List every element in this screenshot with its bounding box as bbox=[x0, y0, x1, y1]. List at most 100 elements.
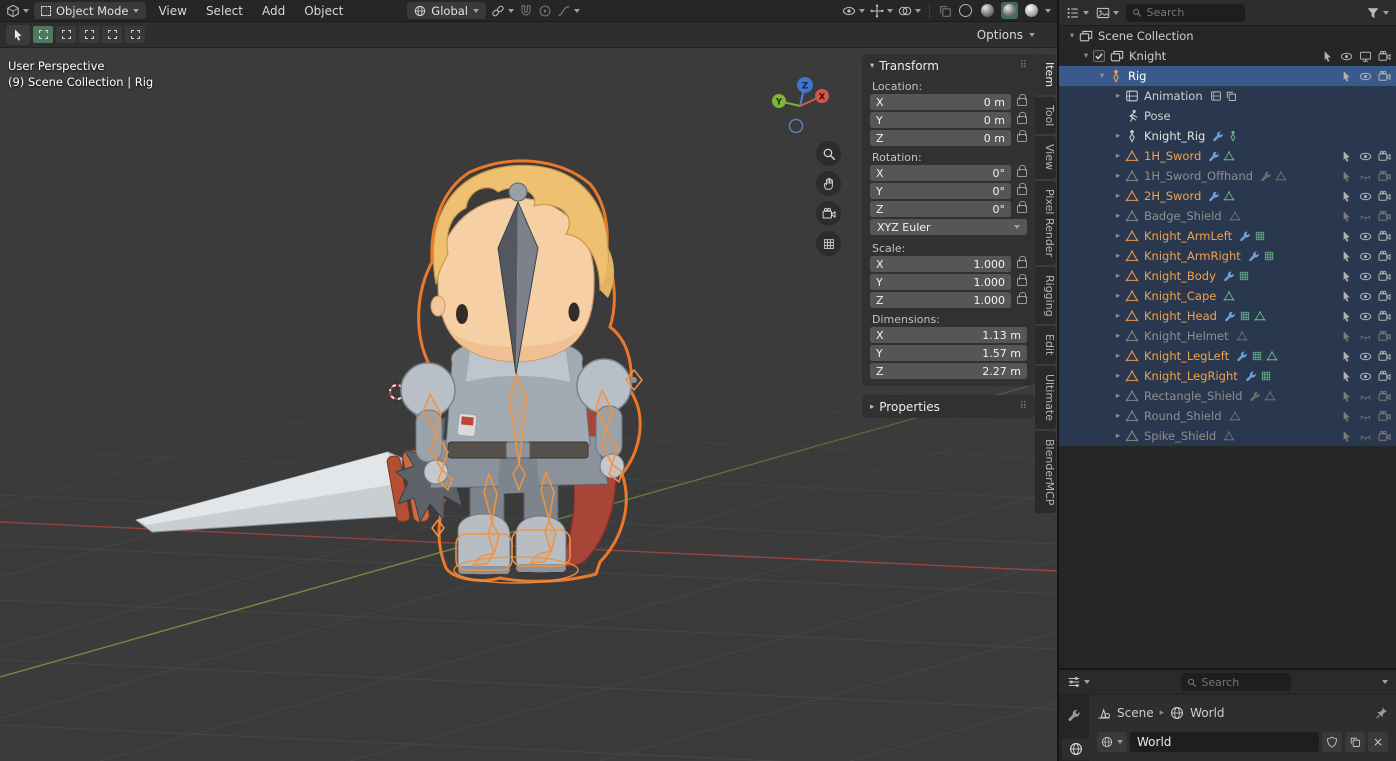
outliner-row-knight-legright[interactable]: ▸ Knight_LegRight bbox=[1059, 366, 1396, 386]
select-mode-subtract-button[interactable] bbox=[79, 26, 99, 43]
render-camera-icon[interactable] bbox=[1378, 430, 1391, 443]
outliner-row-badge-shield[interactable]: ▸ Badge_Shield bbox=[1059, 206, 1396, 226]
outliner-row-knight-cape[interactable]: ▸ Knight_Cape bbox=[1059, 286, 1396, 306]
pan-button[interactable] bbox=[816, 171, 841, 196]
disclosure-icon[interactable]: ▸ bbox=[1111, 231, 1125, 241]
outliner-row-knight-body[interactable]: ▸ Knight_Body bbox=[1059, 266, 1396, 286]
outliner-row-knight[interactable]: ▾ Knight bbox=[1059, 46, 1396, 66]
overlays-button[interactable] bbox=[898, 4, 921, 18]
hide-eye-closed-icon[interactable] bbox=[1359, 410, 1372, 423]
object-name[interactable]: Rectangle_Shield bbox=[1144, 389, 1242, 403]
new-copy-button[interactable] bbox=[1345, 732, 1365, 752]
scale-z-field[interactable]: Z1.000 bbox=[870, 292, 1011, 308]
select-toggle-icon[interactable] bbox=[1340, 370, 1353, 383]
disclosure-icon[interactable]: ▸ bbox=[1111, 271, 1125, 281]
hide-eye-closed-icon[interactable] bbox=[1359, 430, 1372, 443]
breadcrumb-world[interactable]: World bbox=[1190, 706, 1224, 720]
outliner-row-rig[interactable]: ▾ Rig bbox=[1059, 66, 1396, 86]
lock-icon[interactable] bbox=[1017, 296, 1027, 304]
properties-search[interactable] bbox=[1181, 673, 1291, 691]
rotation-mode-dropdown[interactable]: XYZ Euler bbox=[870, 219, 1027, 235]
tab-tool[interactable]: Tool bbox=[1035, 97, 1056, 134]
disclosure-icon[interactable]: ▸ bbox=[1111, 151, 1125, 161]
select-mode-new-button[interactable] bbox=[33, 26, 53, 43]
outliner-row-pose[interactable]: Pose bbox=[1059, 106, 1396, 126]
disclosure-icon[interactable]: ▾ bbox=[1079, 51, 1093, 61]
hide-eye-icon[interactable] bbox=[1359, 310, 1372, 323]
hide-eye-closed-icon[interactable] bbox=[1359, 210, 1372, 223]
disclosure-icon[interactable]: ▸ bbox=[1111, 251, 1125, 261]
render-camera-icon[interactable] bbox=[1378, 290, 1391, 303]
outliner-row-spike-shield[interactable]: ▸ Spike_Shield bbox=[1059, 426, 1396, 446]
collection-checkbox[interactable] bbox=[1093, 50, 1105, 62]
object-name[interactable]: Knight_ArmRight bbox=[1144, 249, 1241, 263]
render-camera-icon[interactable] bbox=[1378, 210, 1391, 223]
disclosure-icon[interactable]: ▸ bbox=[1111, 411, 1125, 421]
outliner-row-round-shield[interactable]: ▸ Round_Shield bbox=[1059, 406, 1396, 426]
disclosure-icon[interactable]: ▸ bbox=[1111, 371, 1125, 381]
select-toggle-icon[interactable] bbox=[1340, 410, 1353, 423]
snap-target-button[interactable] bbox=[491, 4, 514, 18]
object-visibility-button[interactable] bbox=[842, 4, 865, 18]
menu-add[interactable]: Add bbox=[255, 4, 292, 18]
gizmos-button[interactable] bbox=[870, 4, 893, 18]
viewport-disable-icon[interactable] bbox=[1359, 50, 1372, 63]
outliner-row-animation[interactable]: ▸ Animation bbox=[1059, 86, 1396, 106]
hide-eye-closed-icon[interactable] bbox=[1359, 330, 1372, 343]
editor-divider[interactable] bbox=[1059, 668, 1396, 670]
hide-eye-icon[interactable] bbox=[1359, 230, 1372, 243]
object-name[interactable]: Knight_Cape bbox=[1144, 289, 1216, 303]
outliner-editor-type-button[interactable] bbox=[1066, 6, 1089, 20]
render-camera-icon[interactable] bbox=[1378, 410, 1391, 423]
lock-icon[interactable] bbox=[1017, 187, 1027, 195]
select-toggle-icon[interactable] bbox=[1340, 210, 1353, 223]
outliner-row-knight-head[interactable]: ▸ Knight_Head bbox=[1059, 306, 1396, 326]
object-name[interactable]: Knight_LegRight bbox=[1144, 369, 1238, 383]
select-toggle-icon[interactable] bbox=[1340, 230, 1353, 243]
dimensions-z-field[interactable]: Z2.27 m bbox=[870, 363, 1027, 379]
hide-eye-icon[interactable] bbox=[1359, 290, 1372, 303]
tab-world-properties[interactable] bbox=[1062, 738, 1089, 760]
outliner-row-knight-helmet[interactable]: ▸ Knight_Helmet bbox=[1059, 326, 1396, 346]
unlink-button[interactable]: × bbox=[1368, 732, 1388, 752]
lock-icon[interactable] bbox=[1017, 278, 1027, 286]
disclosure-icon[interactable]: ▸ bbox=[1111, 211, 1125, 221]
outliner-row-2h-sword[interactable]: ▸ 2H_Sword bbox=[1059, 186, 1396, 206]
properties-panel[interactable]: ▸ Properties ⠿ bbox=[862, 395, 1035, 418]
rotation-y-field[interactable]: Y0° bbox=[870, 183, 1011, 199]
menu-view[interactable]: View bbox=[151, 4, 193, 18]
editor-divider[interactable] bbox=[1057, 0, 1059, 761]
select-mode-invert-button[interactable] bbox=[102, 26, 122, 43]
mode-dropdown[interactable]: Object Mode bbox=[34, 2, 146, 19]
render-camera-icon[interactable] bbox=[1378, 230, 1391, 243]
outliner-row-scene-collection[interactable]: ▾ Scene Collection bbox=[1059, 26, 1396, 46]
world-name-field[interactable]: World bbox=[1130, 732, 1319, 752]
select-toggle-icon[interactable] bbox=[1340, 150, 1353, 163]
panel-grip-icon[interactable]: ⠿ bbox=[1020, 60, 1027, 71]
disclosure-icon[interactable]: ▸ bbox=[1111, 431, 1125, 441]
object-name[interactable]: Round_Shield bbox=[1144, 409, 1222, 423]
disclosure-icon[interactable]: ▸ bbox=[1111, 331, 1125, 341]
location-x-field[interactable]: X0 m bbox=[870, 94, 1011, 110]
scale-y-field[interactable]: Y1.000 bbox=[870, 274, 1011, 290]
render-camera-icon[interactable] bbox=[1378, 50, 1391, 63]
item-name[interactable]: Animation bbox=[1144, 89, 1203, 103]
disclosure-icon[interactable]: ▸ bbox=[1111, 311, 1125, 321]
outliner-search-input[interactable] bbox=[1147, 6, 1239, 19]
object-name[interactable]: 1H_Sword bbox=[1144, 149, 1201, 163]
select-toggle-icon[interactable] bbox=[1340, 170, 1353, 183]
location-y-field[interactable]: Y0 m bbox=[870, 112, 1011, 128]
tab-edit[interactable]: Edit bbox=[1035, 326, 1056, 363]
lock-icon[interactable] bbox=[1017, 134, 1027, 142]
camera-view-button[interactable] bbox=[816, 201, 841, 226]
proportional-edit-icon[interactable] bbox=[538, 4, 552, 18]
rotation-x-field[interactable]: X0° bbox=[870, 165, 1011, 181]
outliner-row-rectangle-shield[interactable]: ▸ Rectangle_Shield bbox=[1059, 386, 1396, 406]
outliner-search[interactable] bbox=[1126, 4, 1245, 22]
hide-eye-icon[interactable] bbox=[1359, 270, 1372, 283]
object-name[interactable]: Knight_LegLeft bbox=[1144, 349, 1229, 363]
object-name[interactable]: 2H_Sword bbox=[1144, 189, 1201, 203]
data-name[interactable]: Knight_Rig bbox=[1144, 129, 1205, 143]
hide-eye-icon[interactable] bbox=[1359, 150, 1372, 163]
tab-blendermcp[interactable]: BlenderMCP bbox=[1035, 431, 1056, 513]
